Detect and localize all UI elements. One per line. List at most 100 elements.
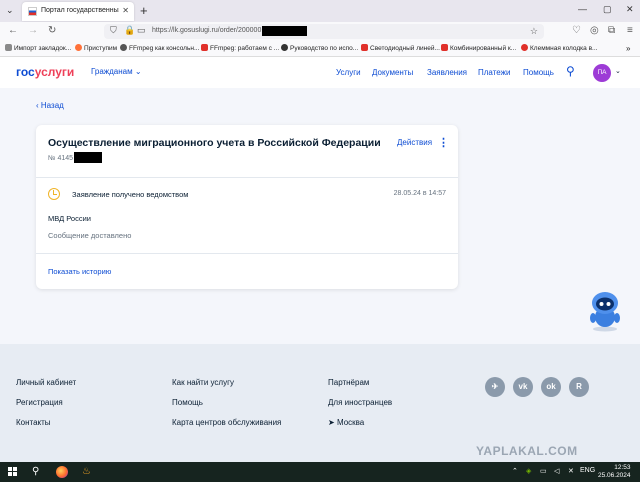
lock-icon[interactable]: 🔒 [124,25,135,36]
footer-link[interactable]: Карта центров обслуживания [172,418,281,427]
tray-overflow-icon[interactable]: ⌃ [512,467,518,475]
url-redaction [262,26,307,36]
order-number: № 4145 [48,155,74,162]
folder-icon [5,44,12,51]
divider [36,177,458,178]
odnoklassniki-icon[interactable]: ok [541,377,561,397]
watermark: YAPLAKAL.COM [476,444,578,458]
pocket-icon[interactable]: ♡ [572,25,581,36]
order-card: Осуществление миграционного учета в Росс… [36,125,458,289]
tab-title: Портал государственных услуг [41,7,119,14]
tab-list-icon[interactable]: ⌄ [6,5,14,16]
bookmark-item[interactable]: Светодиодный линей... [361,44,440,52]
shield-icon[interactable]: ⛉ [110,25,117,36]
nvidia-icon[interactable]: ◈ [526,467,531,475]
rutube-icon[interactable]: R [569,377,589,397]
message-status: Сообщение доставлено [48,231,132,240]
bookmark-item[interactable]: Комбинированный к... [441,44,516,52]
robot-assistant-icon[interactable] [584,290,626,332]
status-text: Заявление получено ведомством [72,190,189,199]
globe-icon [120,44,127,51]
bookmarks-overflow-icon[interactable]: » [626,44,630,53]
window-close-button[interactable]: ✕ [626,4,634,15]
footer-link[interactable]: Личный кабинет [16,378,76,387]
gosuslugi-logo[interactable]: госуслуги [16,65,74,79]
department-name: МВД России [48,214,91,223]
citizens-dropdown[interactable]: Гражданам ⌄ [91,67,142,76]
bookmark-item[interactable]: Руководство по испо... [281,44,358,52]
site-footer: Личный кабинет Регистрация Контакты Как … [0,344,640,462]
footer-link[interactable]: Партнёрам [328,378,369,387]
reload-icon[interactable]: ↻ [48,25,56,36]
chevron-left-icon: ‹ [36,101,39,110]
menu-applications[interactable]: Заявления [427,68,467,77]
page-icon: ▭ [137,25,146,35]
volume-icon[interactable]: ◁ [554,467,559,475]
bookmark-item[interactable]: FFmpeg как консольн... [120,44,199,52]
url-text: https://lk.gosuslugi.ru/order/200000 [152,27,262,34]
actions-button[interactable]: Действия [397,138,432,147]
window-minimize-button[interactable]: — [578,4,587,14]
browser-nav-bar: ← → ↻ ⛉ 🔒 ▭ https://lk.gosuslugi.ru/orde… [0,22,640,41]
network-icon[interactable]: ▭ [540,467,547,475]
footer-link[interactable]: Помощь [172,398,203,407]
bookmarks-toolbar: Импорт закладок... Приступим FFmpeg как … [0,41,640,57]
footer-link[interactable]: Регистрация [16,398,63,407]
bookmark-star-icon[interactable]: ☆ [530,26,538,37]
address-bar[interactable]: ⛉ 🔒 ▭ https://lk.gosuslugi.ru/order/2000… [104,24,544,39]
windows-taskbar: ⚲ ♨ ⌃ ◈ ▭ ◁ ✕ ENG 12:53 25.06.2024 [0,462,640,482]
menu-icon[interactable]: ≡ [627,25,633,36]
chevron-down-icon[interactable]: ⌄ [615,67,621,75]
site-header: госуслуги Гражданам ⌄ Услуги Документы З… [0,57,640,88]
tray-icon[interactable]: ✕ [568,467,574,475]
habr-icon [201,44,208,51]
aliexpress-icon [441,44,448,51]
windows-start-icon[interactable] [8,467,18,477]
browser-tab-active[interactable]: Портал государственных услуг ✕ [22,2,134,21]
new-tab-button[interactable]: + [140,3,148,18]
bookmark-item[interactable]: FFmpeg: работаем с ... [201,44,279,52]
status-date: 28.05.24 в 14:57 [393,190,446,197]
firefox-icon [75,44,82,51]
back-link[interactable]: ‹ Назад [36,101,64,110]
footer-link[interactable]: Как найти услугу [172,378,234,387]
profile-icon[interactable]: ◎ [590,25,599,36]
vk-icon[interactable]: vk [513,377,533,397]
footer-link[interactable]: Для иностранцев [328,398,392,407]
aliexpress-icon [361,44,368,51]
search-icon[interactable]: ⚲ [32,466,39,477]
firefox-icon[interactable] [56,466,68,478]
site-icon [281,44,288,51]
language-indicator[interactable]: ENG [580,467,595,474]
russia-flag-icon [28,7,37,16]
tab-close-icon[interactable]: ✕ [122,6,129,15]
order-number-redaction [74,152,102,163]
clock[interactable]: 12:53 25.06.2024 [598,464,631,480]
forward-arrow-icon[interactable]: → [28,25,38,36]
bookmark-item[interactable]: Клеммная колодка в... [521,44,597,52]
app-icon[interactable]: ♨ [82,466,91,477]
menu-services[interactable]: Услуги [336,68,361,77]
more-vertical-icon[interactable]: ⋮ [438,136,449,149]
menu-help[interactable]: Помощь [523,68,554,77]
bookmark-item[interactable]: Импорт закладок... [5,44,71,52]
order-title: Осуществление миграционного учета в Росс… [48,137,381,149]
telegram-icon[interactable]: ✈ [485,377,505,397]
search-icon[interactable]: ⚲ [566,64,575,78]
location-link[interactable]: ➤ Москва [328,418,364,427]
menu-documents[interactable]: Документы [372,68,413,77]
aliexpress-icon [521,44,528,51]
chevron-down-icon: ⌄ [134,67,142,76]
divider [36,253,458,254]
avatar[interactable]: ПА [593,64,611,82]
extensions-icon[interactable]: ⧉ [608,25,615,36]
show-history-link[interactable]: Показать историю [48,267,111,276]
back-arrow-icon[interactable]: ← [8,25,18,36]
browser-tab-bar: ⌄ Портал государственных услуг ✕ + — ▢ ✕ [0,0,640,22]
location-arrow-icon: ➤ [328,418,335,427]
window-maximize-button[interactable]: ▢ [603,4,612,15]
footer-link[interactable]: Контакты [16,418,51,427]
bookmark-item[interactable]: Приступим [75,44,117,52]
clock-icon [48,188,60,200]
menu-payments[interactable]: Платежи [478,68,510,77]
